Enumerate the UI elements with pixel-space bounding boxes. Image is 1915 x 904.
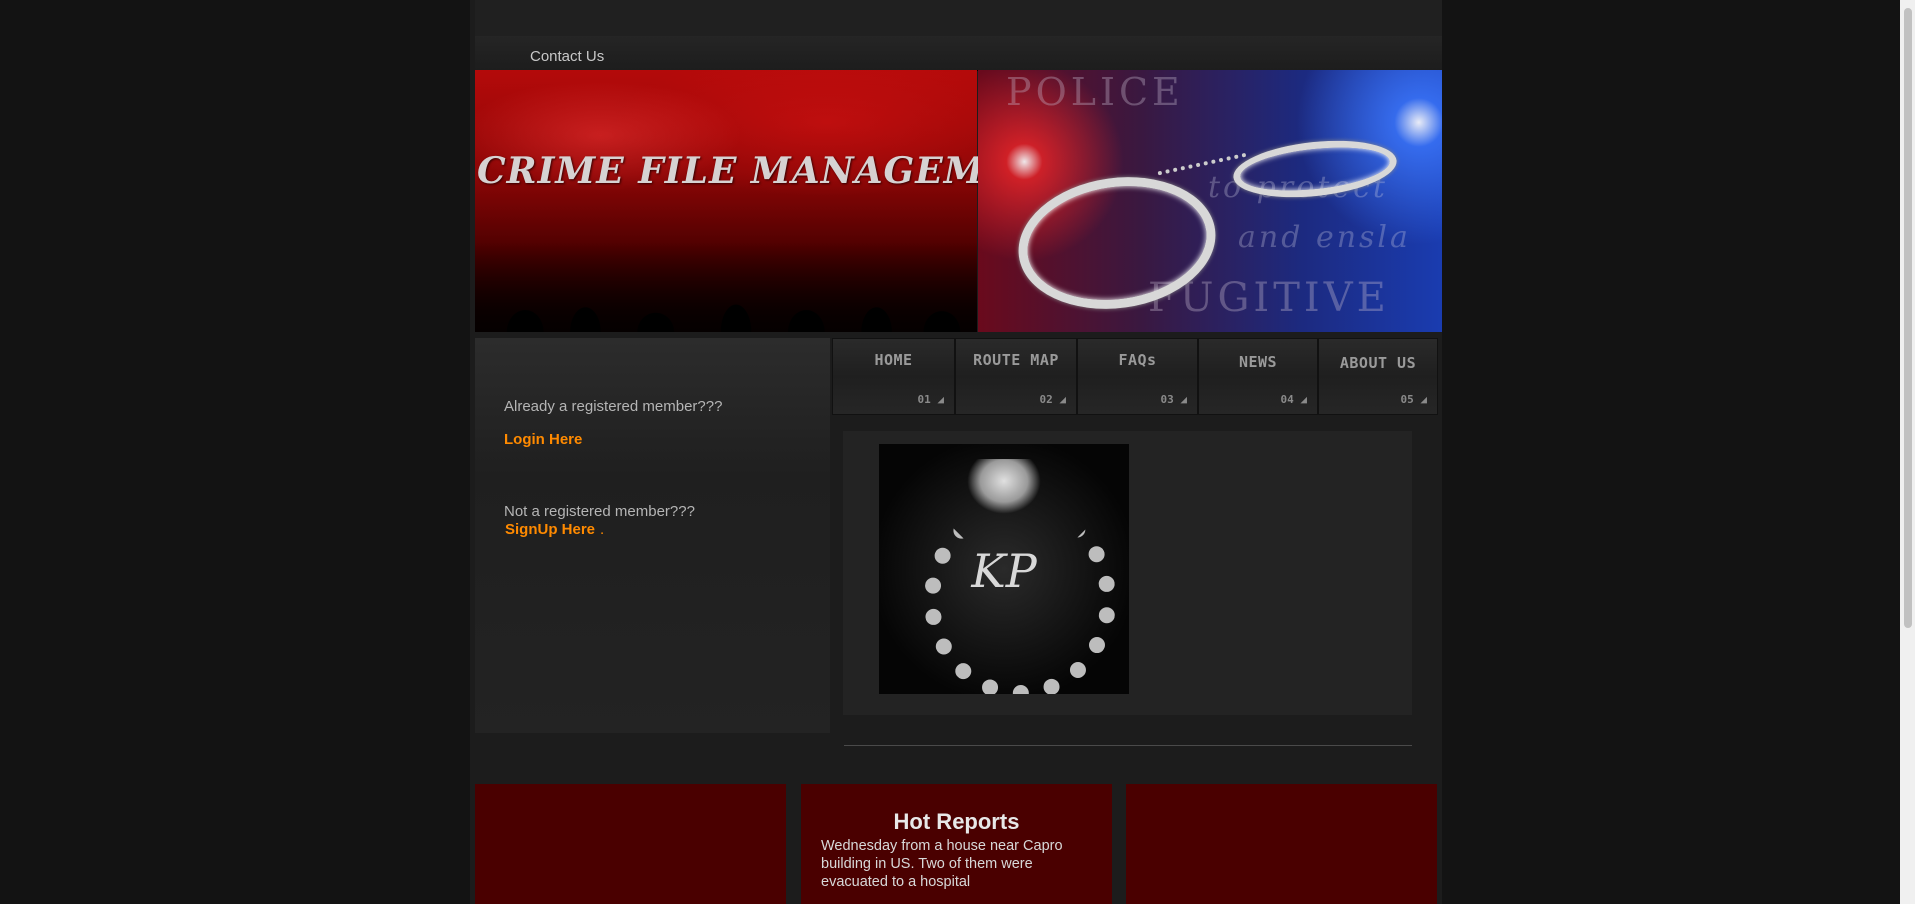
nav-faqs[interactable]: FAQs 03 ◢	[1077, 338, 1198, 415]
crowd-silhouette	[475, 242, 977, 332]
nav-number: 05 ◢	[1400, 393, 1428, 406]
nav-label: NEWS	[1238, 353, 1278, 371]
nav-news[interactable]: NEWS 04 ◢	[1198, 338, 1318, 415]
contact-bar: Contact Us	[475, 36, 1442, 71]
hot-reports-panel: Hot Reports Wednesday from a house near …	[801, 784, 1112, 904]
police-emblem-image: KP	[879, 444, 1129, 694]
nav-label: HOME	[874, 351, 913, 369]
hot-reports-text: Wednesday from a house near Capro buildi…	[821, 838, 1063, 890]
vertical-scrollbar[interactable]	[1900, 0, 1915, 904]
main-nav: HOME 01 ◢ ROUTE MAP 02 ◢ FAQs 03 ◢ NEWS …	[832, 338, 1440, 415]
already-registered-text: Already a registered member???	[504, 398, 723, 415]
nav-number: 04 ◢	[1280, 393, 1308, 406]
nav-label: ROUTE MAP	[973, 351, 1059, 369]
nav-number: 02 ◢	[1039, 393, 1067, 406]
header-banner: CRIME FILE MANAGEMENT POLICE to protect …	[475, 70, 1442, 332]
contact-us-link[interactable]: Contact Us	[530, 48, 604, 65]
page-container: Contact Us CRIME FILE MANAGEMENT POLICE …	[470, 0, 1442, 904]
banner-police-text: POLICE	[1006, 70, 1184, 114]
login-panel: Already a registered member??? Login Her…	[475, 338, 830, 733]
emblem-monogram: KP	[971, 544, 1037, 598]
nav-number: 03 ◢	[1160, 393, 1188, 406]
not-registered-text: Not a registered member???	[504, 503, 695, 520]
nav-home[interactable]: HOME 01 ◢	[832, 338, 955, 415]
nav-about-us[interactable]: ABOUT US 05 ◢	[1318, 338, 1438, 415]
banner-crowd-image: CRIME FILE MANAGEMENT	[475, 70, 1074, 332]
nav-label: FAQs	[1118, 351, 1157, 369]
top-bar	[475, 0, 1442, 36]
nav-route-map[interactable]: ROUTE MAP 02 ◢	[955, 338, 1077, 415]
banner-motto-line2: and ensla	[1238, 220, 1411, 255]
content-divider	[844, 745, 1412, 746]
signup-link[interactable]: SignUp Here	[505, 521, 595, 538]
nav-label: ABOUT US	[1339, 354, 1417, 372]
bottom-panel-left	[475, 784, 786, 904]
scrollbar-thumb[interactable]	[1904, 8, 1912, 628]
banner-handcuffs-image: POLICE to protect and ensla FUGITIVE	[978, 70, 1442, 332]
hot-reports-title: Hot Reports	[893, 809, 1020, 834]
signup-suffix: .	[600, 521, 605, 538]
bottom-panel-right	[1126, 784, 1437, 904]
nav-number: 01 ◢	[917, 393, 945, 406]
content-box: KP	[843, 431, 1412, 715]
login-link[interactable]: Login Here	[504, 431, 582, 448]
